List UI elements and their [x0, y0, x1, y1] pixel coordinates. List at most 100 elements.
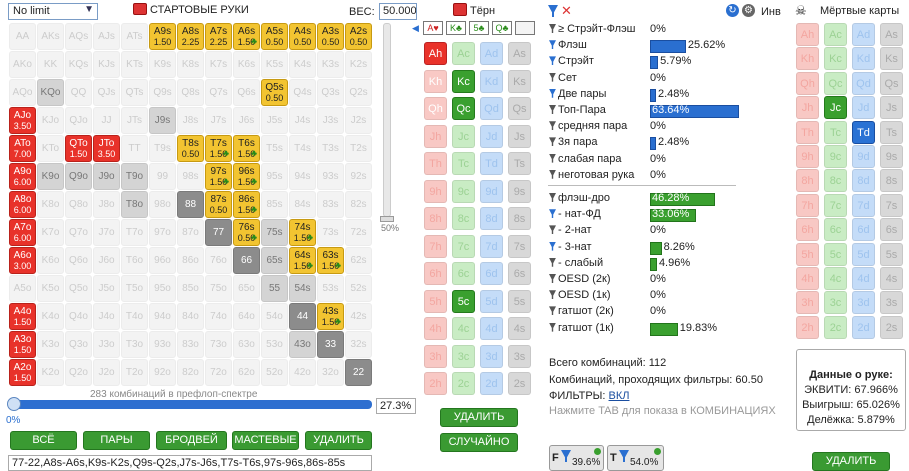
hand-cell-84s[interactable]: 84s — [289, 191, 316, 218]
hand-cell-QJs[interactable]: QJs — [93, 79, 120, 106]
dead-card-Js[interactable]: Js — [880, 96, 903, 120]
hand-cell-76s[interactable]: 76s 0.50 ♣ — [233, 219, 260, 246]
hand-cell-82s[interactable]: 82s — [345, 191, 372, 218]
board-card-Ah[interactable]: Ah — [424, 42, 447, 65]
hand-cell-Q6o[interactable]: Q6o — [65, 247, 92, 274]
hand-cell-55[interactable]: 55 — [261, 275, 288, 302]
hand-cell-J7s[interactable]: J7s — [205, 107, 232, 134]
rows2-row-label[interactable]: - 2-нат — [549, 224, 592, 236]
hand-cell-Q2s[interactable]: Q2s — [345, 79, 372, 106]
hand-cell-88[interactable]: 88 — [177, 191, 204, 218]
hand-cell-96s[interactable]: 96s 1.50 ♣ — [233, 163, 260, 190]
hand-cell-T8s[interactable]: T8s 0.50 — [177, 135, 204, 162]
hand-cell-42o[interactable]: 42o — [289, 359, 316, 386]
clear-range-button[interactable]: УДАЛИТЬ — [305, 431, 372, 450]
hand-cell-K3o[interactable]: K3o — [37, 331, 64, 358]
board-card-3s[interactable]: 3s — [508, 344, 531, 368]
rows2-row-label[interactable]: - нат-ФД — [549, 208, 601, 220]
hand-cell-Q9o[interactable]: Q9o — [65, 163, 92, 190]
dead-card-2s[interactable]: 2s — [880, 315, 903, 339]
hand-cell-86o[interactable]: 86o — [177, 247, 204, 274]
rows1-row-label[interactable]: Топ-Пара — [549, 104, 606, 116]
board-mini-card-1[interactable]: A♥ — [423, 21, 443, 35]
rows1-row-label[interactable]: неготовая рука — [549, 169, 634, 181]
dead-card-Ks[interactable]: Ks — [880, 47, 903, 71]
hand-cell-T5o[interactable]: T5o — [121, 275, 148, 302]
board-card-4h[interactable]: 4h — [424, 317, 447, 340]
hand-cell-98s[interactable]: 98s — [177, 163, 204, 190]
dead-card-2d[interactable]: 2d — [852, 315, 875, 339]
dead-card-6d[interactable]: 6d — [852, 218, 875, 242]
hand-cell-86s[interactable]: 86s 1.50 ♣ — [233, 191, 260, 218]
dead-card-Ad[interactable]: Ad — [852, 23, 875, 46]
hand-cell-95o[interactable]: 95o — [149, 275, 176, 302]
hand-cell-44[interactable]: 44 — [289, 303, 316, 330]
board-card-8s[interactable]: 8s — [508, 207, 531, 230]
board-card-9d[interactable]: 9d — [480, 179, 503, 203]
hand-cell-62s[interactable]: 62s — [345, 247, 372, 274]
board-card-Ad[interactable]: Ad — [480, 42, 503, 65]
board-card-Qd[interactable]: Qd — [480, 97, 503, 120]
board-card-4d[interactable]: 4d — [480, 317, 503, 340]
board-card-2s[interactable]: 2s — [508, 372, 531, 395]
board-mini-card-5[interactable] — [515, 21, 535, 35]
dead-card-9s[interactable]: 9s — [880, 145, 903, 168]
board-card-4s[interactable]: 4s — [508, 317, 531, 340]
board-card-5h[interactable]: 5h — [424, 289, 447, 313]
hand-cell-65s[interactable]: 65s — [261, 247, 288, 274]
hand-cell-KTs[interactable]: KTs — [121, 51, 148, 78]
hand-cell-Q3o[interactable]: Q3o — [65, 331, 92, 358]
all-button[interactable]: ВСЁ — [10, 431, 77, 450]
board-card-7s[interactable]: 7s — [508, 234, 531, 258]
hand-cell-K2s[interactable]: K2s — [345, 51, 372, 78]
dead-card-Jh[interactable]: Jh — [796, 96, 819, 120]
hand-cell-97o[interactable]: 97o — [149, 219, 176, 246]
hand-cell-66[interactable]: 66 — [233, 247, 260, 274]
board-card-3c[interactable]: 3c — [452, 344, 475, 368]
board-card-Ks[interactable]: Ks — [508, 69, 531, 93]
board-card-Qs[interactable]: Qs — [508, 97, 531, 120]
dead-card-Qc[interactable]: Qc — [824, 71, 847, 95]
hand-cell-A5o[interactable]: A5o — [9, 275, 36, 302]
filter-icon[interactable] — [549, 290, 556, 300]
dead-card-Qh[interactable]: Qh — [796, 71, 819, 95]
hand-cell-76o[interactable]: 76o — [205, 247, 232, 274]
hand-cell-J4s[interactable]: J4s — [289, 107, 316, 134]
dead-card-6c[interactable]: 6c — [824, 218, 847, 242]
hand-cell-T5s[interactable]: T5s — [261, 135, 288, 162]
dead-card-8c[interactable]: 8c — [824, 169, 847, 193]
hand-cell-52s[interactable]: 52s — [345, 275, 372, 302]
board-card-5c[interactable]: 5c — [452, 289, 475, 313]
rows1-row-label[interactable]: ≥ Стрэйт-Флэш — [549, 23, 636, 35]
hand-cell-93s[interactable]: 93s — [317, 163, 344, 190]
weight-input[interactable]: 50.000 — [379, 3, 417, 20]
filter-group-2-button[interactable]: T 54.0% — [607, 445, 664, 471]
hand-cell-94s[interactable]: 94s — [289, 163, 316, 190]
dead-card-4s[interactable]: 4s — [880, 267, 903, 290]
hand-cell-T4o[interactable]: T4o — [121, 303, 148, 330]
hand-cell-85s[interactable]: 85s — [261, 191, 288, 218]
hand-cell-Q5o[interactable]: Q5o — [65, 275, 92, 302]
hand-cell-J6s[interactable]: J6s — [233, 107, 260, 134]
hand-cell-A6s[interactable]: A6s 1.50 ♣ — [233, 23, 260, 50]
dead-card-8h[interactable]: 8h — [796, 169, 819, 193]
hand-cell-95s[interactable]: 95s — [261, 163, 288, 190]
board-card-Jh[interactable]: Jh — [424, 124, 447, 148]
hand-cell-QTs[interactable]: QTs — [121, 79, 148, 106]
hand-cell-J2o[interactable]: J2o — [93, 359, 120, 386]
board-mini-card-4[interactable]: Q♣ — [492, 21, 512, 35]
hand-cell-Q6s[interactable]: Q6s — [233, 79, 260, 106]
hand-cell-98o[interactable]: 98o — [149, 191, 176, 218]
dead-card-9h[interactable]: 9h — [796, 145, 819, 168]
board-card-Tc[interactable]: Tc — [452, 152, 475, 175]
rows1-row-label[interactable]: средняя пара — [549, 120, 627, 132]
hand-cell-63s[interactable]: 63s 1.50 ♣ — [317, 247, 344, 274]
hand-cell-K8s[interactable]: K8s — [177, 51, 204, 78]
dead-card-5c[interactable]: 5c — [824, 242, 847, 266]
hand-cell-Q8s[interactable]: Q8s — [177, 79, 204, 106]
filter-icon[interactable] — [549, 88, 556, 98]
rows1-row-label[interactable]: 3я пара — [549, 136, 597, 148]
dead-card-Kd[interactable]: Kd — [852, 47, 875, 71]
hand-cell-K9s[interactable]: K9s — [149, 51, 176, 78]
hand-cell-J9o[interactable]: J9o — [93, 163, 120, 190]
